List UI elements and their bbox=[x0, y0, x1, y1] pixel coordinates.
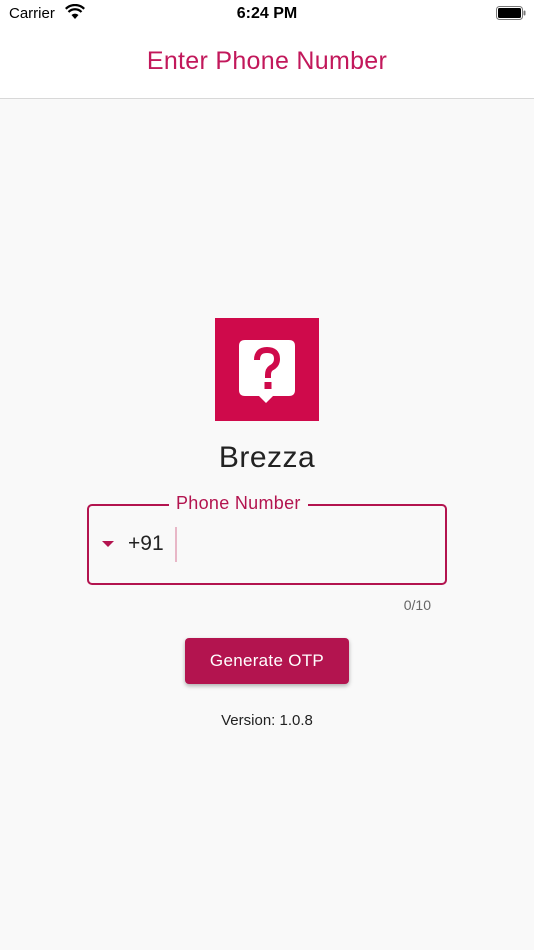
status-bar: Carrier 6:24 PM bbox=[0, 0, 534, 28]
app-name: Brezza bbox=[218, 441, 316, 474]
app-logo bbox=[215, 318, 319, 421]
text-cursor bbox=[175, 527, 177, 562]
battery-icon bbox=[496, 6, 526, 20]
question-bubble-icon bbox=[239, 340, 295, 403]
phone-number-field[interactable]: Phone Number +91 bbox=[87, 493, 447, 585]
country-code: +91 bbox=[128, 532, 164, 555]
page-title: Enter Phone Number bbox=[146, 47, 388, 75]
dropdown-arrow-icon bbox=[102, 541, 114, 547]
clock: 6:24 PM bbox=[236, 5, 298, 22]
version-label: Version: 1.0.8 bbox=[221, 712, 313, 729]
phone-number-label: Phone Number bbox=[169, 493, 308, 514]
character-counter: 0/10 bbox=[403, 597, 431, 613]
generate-otp-button[interactable]: Generate OTP bbox=[185, 638, 349, 684]
phone-input[interactable] bbox=[181, 526, 431, 562]
country-code-dropdown[interactable]: +91 bbox=[99, 526, 177, 562]
app-bar: Enter Phone Number bbox=[0, 28, 534, 99]
